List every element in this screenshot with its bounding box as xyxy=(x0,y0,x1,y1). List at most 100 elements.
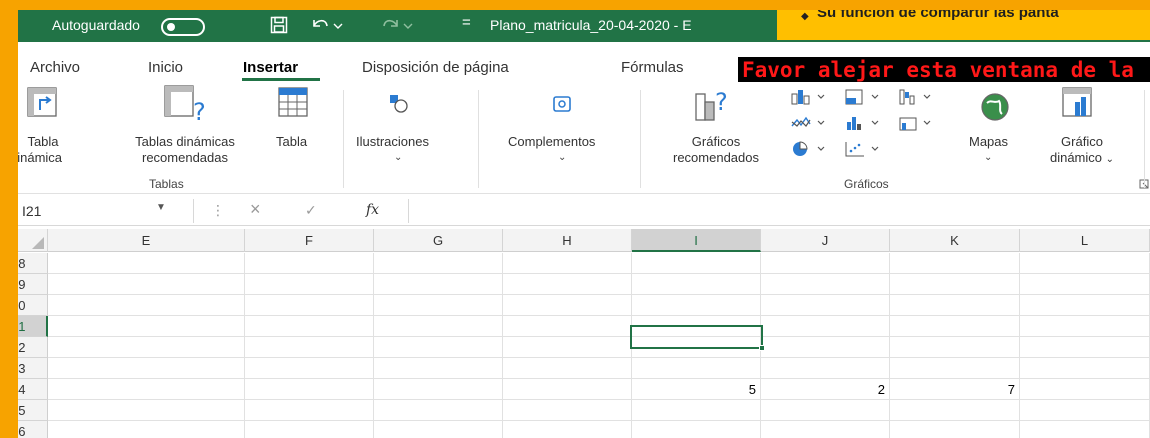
cell-l25[interactable] xyxy=(1020,400,1150,421)
column-header-f[interactable]: F xyxy=(245,229,374,252)
cell-g22[interactable] xyxy=(374,337,503,358)
tablas-recomendadas-button[interactable]: Tablas dinámicas recomendadas xyxy=(110,134,260,166)
cell-f20[interactable] xyxy=(245,295,374,316)
combo-chart-icon[interactable] xyxy=(898,114,942,132)
cell-e18[interactable] xyxy=(48,253,245,274)
cell-h26[interactable] xyxy=(503,421,632,438)
tab-formulas[interactable]: Fórmulas xyxy=(621,59,684,76)
cell-f23[interactable] xyxy=(245,358,374,379)
cell-l20[interactable] xyxy=(1020,295,1150,316)
cell-k20[interactable] xyxy=(890,295,1020,316)
cell-i25[interactable] xyxy=(632,400,761,421)
line-chart-icon[interactable] xyxy=(790,114,834,132)
row-header-20[interactable]: 20 xyxy=(18,295,48,316)
cell-h25[interactable] xyxy=(503,400,632,421)
cell-l18[interactable] xyxy=(1020,253,1150,274)
cell-h20[interactable] xyxy=(503,295,632,316)
tab-archivo[interactable]: Archivo xyxy=(30,59,80,76)
cell-j23[interactable] xyxy=(761,358,890,379)
pivot-chart-icon[interactable] xyxy=(1061,86,1095,120)
cell-k19[interactable] xyxy=(890,274,1020,295)
cell-i23[interactable] xyxy=(632,358,761,379)
column-header-h[interactable]: H xyxy=(503,229,632,252)
table-icon[interactable] xyxy=(277,86,311,120)
cell-e23[interactable] xyxy=(48,358,245,379)
cancel-icon[interactable]: × xyxy=(250,199,261,220)
cell-i24[interactable]: 5 xyxy=(632,379,761,400)
row-header-21[interactable]: 21 xyxy=(18,316,48,337)
waterfall-chart-icon[interactable] xyxy=(898,88,942,106)
cell-l21[interactable] xyxy=(1020,316,1150,337)
cell-i20[interactable] xyxy=(632,295,761,316)
column-header-e[interactable]: E xyxy=(48,229,245,252)
cell-g18[interactable] xyxy=(374,253,503,274)
recommended-charts-icon[interactable]: ? xyxy=(693,86,737,124)
cell-k25[interactable] xyxy=(890,400,1020,421)
cell-k21[interactable] xyxy=(890,316,1020,337)
scatter-chart-icon[interactable] xyxy=(844,140,888,158)
row-header-23[interactable]: 23 xyxy=(18,358,48,379)
column-header-l[interactable]: L xyxy=(1020,229,1150,252)
mapas-button[interactable]: Mapas xyxy=(969,134,1008,150)
redo-icon[interactable] xyxy=(380,16,414,34)
enter-check-icon[interactable]: ✓ xyxy=(305,202,317,219)
tab-insertar[interactable]: Insertar xyxy=(243,59,298,76)
autosave-toggle[interactable] xyxy=(161,18,205,36)
add-ins-icon[interactable] xyxy=(551,92,575,116)
save-icon[interactable] xyxy=(270,16,288,34)
select-all-corner[interactable] xyxy=(18,229,48,252)
row-header-19[interactable]: 19 xyxy=(18,274,48,295)
tab-inicio[interactable]: Inicio xyxy=(148,59,183,76)
statistic-chart-icon[interactable] xyxy=(844,114,888,132)
cell-h23[interactable] xyxy=(503,358,632,379)
ilustraciones-button[interactable]: Ilustraciones xyxy=(356,134,429,150)
cell-g26[interactable] xyxy=(374,421,503,438)
tab-disposicion[interactable]: Disposición de página xyxy=(362,59,509,76)
cell-l22[interactable] xyxy=(1020,337,1150,358)
row-header-18[interactable]: 18 xyxy=(18,253,48,274)
cell-f18[interactable] xyxy=(245,253,374,274)
cell-j21[interactable] xyxy=(761,316,890,337)
cell-f26[interactable] xyxy=(245,421,374,438)
cell-j22[interactable] xyxy=(761,337,890,358)
cell-k26[interactable] xyxy=(890,421,1020,438)
cell-e26[interactable] xyxy=(48,421,245,438)
cell-h18[interactable] xyxy=(503,253,632,274)
cell-i18[interactable] xyxy=(632,253,761,274)
name-box[interactable]: I21 ▼ xyxy=(18,199,194,223)
cell-f19[interactable] xyxy=(245,274,374,295)
cell-j25[interactable] xyxy=(761,400,890,421)
cell-g20[interactable] xyxy=(374,295,503,316)
tabla-dinamica-button[interactable]: Tabla dinámica xyxy=(18,134,62,166)
pivot-table-icon[interactable] xyxy=(26,86,60,120)
cell-j19[interactable] xyxy=(761,274,890,295)
cell-l24[interactable] xyxy=(1020,379,1150,400)
cell-j26[interactable] xyxy=(761,421,890,438)
cell-k23[interactable] xyxy=(890,358,1020,379)
cell-f25[interactable] xyxy=(245,400,374,421)
column-header-i[interactable]: I xyxy=(632,229,761,252)
cell-g25[interactable] xyxy=(374,400,503,421)
cell-g24[interactable] xyxy=(374,379,503,400)
cell-l23[interactable] xyxy=(1020,358,1150,379)
cell-j20[interactable] xyxy=(761,295,890,316)
cell-i22[interactable] xyxy=(632,337,761,358)
column-chart-icon[interactable] xyxy=(790,88,834,106)
cell-l26[interactable] xyxy=(1020,421,1150,438)
row-header-26[interactable]: 26 xyxy=(18,421,48,438)
cell-e22[interactable] xyxy=(48,337,245,358)
cell-h19[interactable] xyxy=(503,274,632,295)
cell-f24[interactable] xyxy=(245,379,374,400)
row-header-24[interactable]: 24 xyxy=(18,379,48,400)
illustrations-icon[interactable] xyxy=(387,92,411,116)
cell-k24[interactable]: 7 xyxy=(890,379,1020,400)
cell-f21[interactable] xyxy=(245,316,374,337)
cell-i21[interactable] xyxy=(632,316,761,337)
cell-h21[interactable] xyxy=(503,316,632,337)
cell-e20[interactable] xyxy=(48,295,245,316)
cell-g21[interactable] xyxy=(374,316,503,337)
pie-chart-icon[interactable] xyxy=(790,140,834,158)
graficos-recomendados-button[interactable]: Gráficos recomendados xyxy=(656,134,776,166)
cell-j24[interactable]: 2 xyxy=(761,379,890,400)
complementos-button[interactable]: Complementos xyxy=(508,134,595,150)
